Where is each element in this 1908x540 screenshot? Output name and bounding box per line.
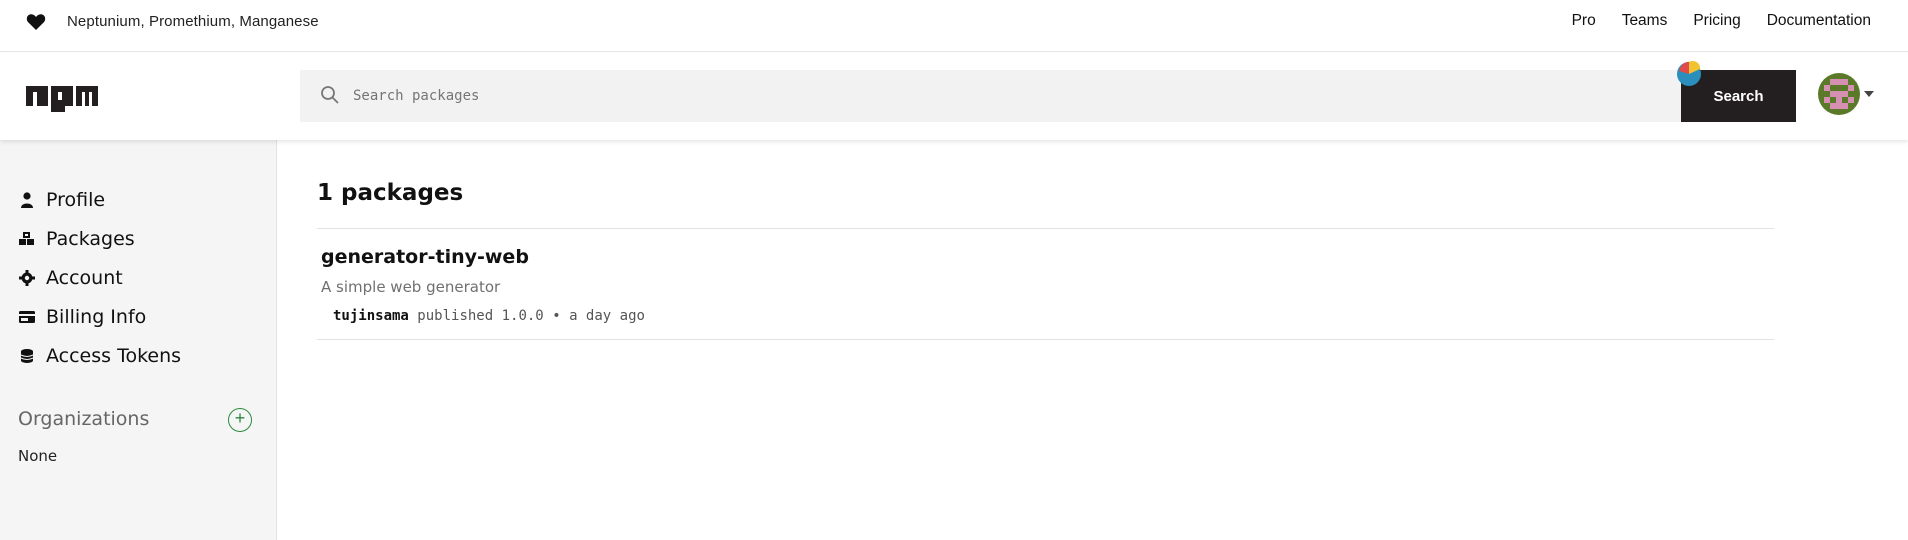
npm-logo[interactable] (26, 86, 98, 112)
nav-link-teams[interactable]: Teams (1622, 12, 1668, 30)
package-author-link[interactable]: tujinsama (333, 308, 409, 324)
tokens-icon (20, 349, 34, 363)
search-box (300, 70, 1681, 122)
package-published-time: a day ago (569, 308, 645, 324)
organizations-heading: Organizations (18, 408, 150, 430)
search-icon (321, 86, 339, 104)
organizations-empty-value: None (18, 447, 58, 465)
top-nav: Pro Teams Pricing Documentation (1546, 12, 1871, 30)
heart-icon[interactable] (26, 13, 46, 31)
avatar-icon (1818, 73, 1860, 115)
top-strip: Neptunium, Promethium, Manganese Pro Tea… (0, 0, 1908, 52)
package-name-link[interactable]: generator-tiny-web (321, 246, 529, 268)
nav-link-documentation[interactable]: Documentation (1767, 12, 1871, 30)
page-title: 1 packages (317, 180, 464, 206)
sidebar-item-packages[interactable]: Packages (18, 225, 135, 253)
package-meta-separator: • (552, 308, 561, 324)
nav-link-pro[interactable]: Pro (1572, 12, 1596, 30)
package-version: 1.0.0 (501, 308, 544, 324)
sidebar: Profile Packages Account Billing Info Ac… (0, 140, 277, 540)
sidebar-item-account[interactable]: Account (18, 264, 123, 292)
nav-link-pricing[interactable]: Pricing (1693, 12, 1740, 30)
sidebar-item-access-tokens[interactable]: Access Tokens (18, 342, 181, 370)
chevron-down-icon[interactable] (1864, 91, 1874, 97)
add-organization-button[interactable]: + (228, 408, 252, 432)
notification-badge-icon[interactable] (1674, 57, 1704, 87)
user-icon (21, 192, 33, 208)
package-published-label: published (417, 308, 494, 324)
search-input[interactable] (353, 70, 1653, 122)
package-description: A simple web generator (321, 278, 501, 296)
sidebar-item-billing-info[interactable]: Billing Info (18, 303, 146, 331)
cubes-icon (19, 232, 34, 245)
header: Search (0, 53, 1908, 140)
sidebar-item-label: Packages (46, 228, 135, 250)
sidebar-item-profile[interactable]: Profile (18, 186, 105, 214)
npm-tagline: Neptunium, Promethium, Manganese (67, 13, 319, 30)
gear-icon (19, 270, 35, 286)
avatar[interactable] (1818, 73, 1860, 115)
package-list: generator-tiny-web A simple web generato… (317, 228, 1774, 340)
sidebar-item-label: Account (46, 267, 123, 289)
package-meta: tujinsama published 1.0.0 • a day ago (333, 308, 645, 324)
credit-card-icon (19, 311, 35, 323)
sidebar-item-label: Profile (46, 189, 106, 211)
sidebar-item-label: Access Tokens (46, 345, 182, 367)
sidebar-item-label: Billing Info (46, 306, 147, 328)
